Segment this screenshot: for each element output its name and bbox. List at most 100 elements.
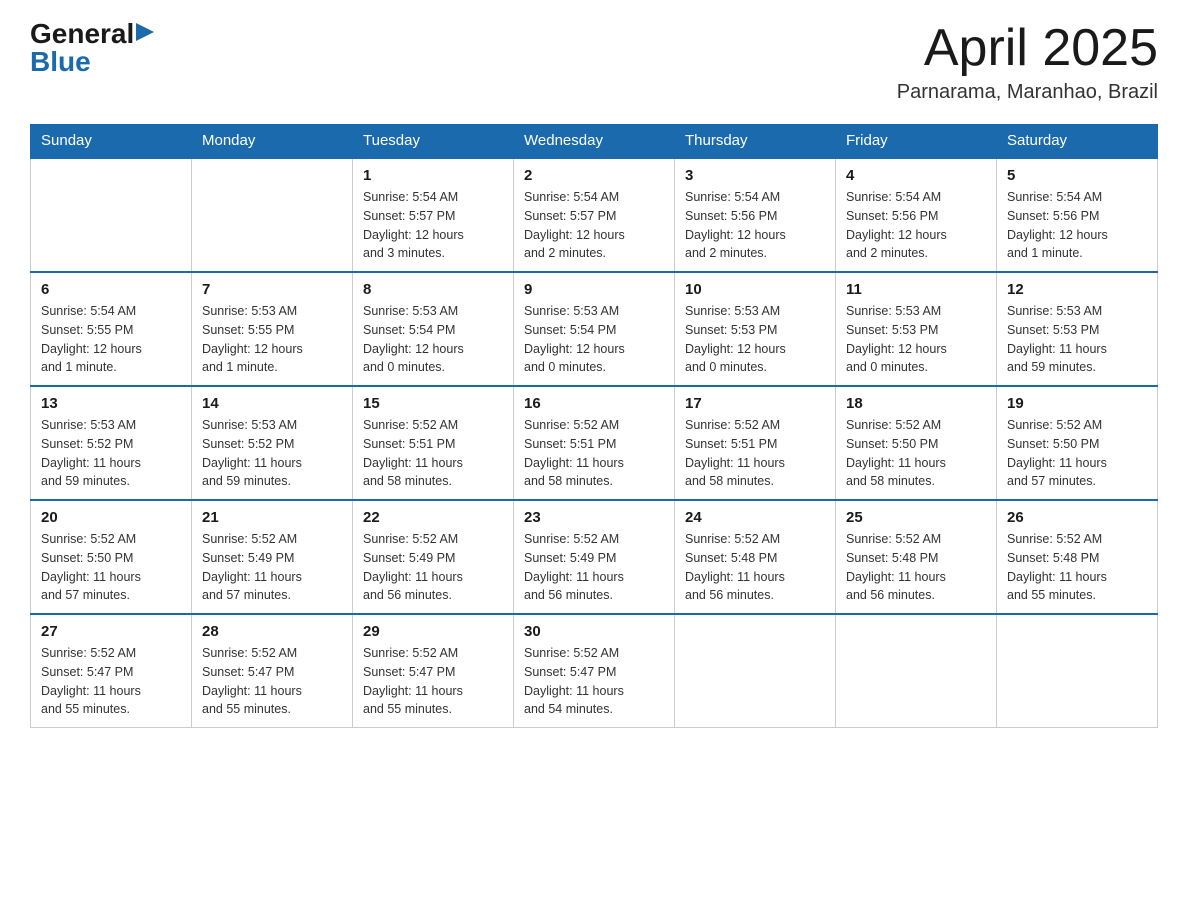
location-title: Parnarama, Maranhao, Brazil: [897, 81, 1158, 104]
calendar-cell: 30Sunrise: 5:52 AMSunset: 5:47 PMDayligh…: [514, 614, 675, 728]
title-section: April 2025 Parnarama, Maranhao, Brazil: [897, 20, 1158, 104]
calendar-week-3: 13Sunrise: 5:53 AMSunset: 5:52 PMDayligh…: [31, 386, 1158, 500]
day-number: 3: [685, 167, 825, 184]
calendar-cell: 23Sunrise: 5:52 AMSunset: 5:49 PMDayligh…: [514, 500, 675, 614]
column-header-saturday: Saturday: [997, 124, 1158, 158]
column-header-wednesday: Wednesday: [514, 124, 675, 158]
logo-triangle-icon: [136, 23, 154, 41]
calendar-week-2: 6 Sunrise: 5:54 AMSunset: 5:55 PMDaylight…: [31, 272, 1158, 386]
calendar-week-1: 1Sunrise: 5:54 AMSunset: 5:57 PMDaylight…: [31, 158, 1158, 272]
day-info: Sunrise: 5:52 AMSunset: 5:47 PMDaylight:…: [363, 644, 503, 719]
day-info: Sunrise: 5:53 AMSunset: 5:55 PMDaylight:…: [202, 302, 342, 377]
day-info: Sunrise: 5:52 AMSunset: 5:47 PMDaylight:…: [41, 644, 181, 719]
day-info: Sunrise: 5:52 AMSunset: 5:51 PMDaylight:…: [524, 416, 664, 491]
day-number: 5: [1007, 167, 1147, 184]
day-number: 25: [846, 509, 986, 526]
day-number: 16: [524, 395, 664, 412]
day-number: 18: [846, 395, 986, 412]
calendar-cell: 25 Sunrise: 5:52 AMSunset: 5:48 PMDayligh…: [836, 500, 997, 614]
day-info: Sunrise: 5:52 AMSunset: 5:49 PMDaylight:…: [363, 530, 503, 605]
day-info: Sunrise: 5:54 AMSunset: 5:57 PMDaylight:…: [363, 188, 503, 263]
day-number: 24: [685, 509, 825, 526]
day-info: Sunrise: 5:53 AMSunset: 5:54 PMDaylight:…: [363, 302, 503, 377]
calendar-cell: 2 Sunrise: 5:54 AMSunset: 5:57 PMDaylight…: [514, 158, 675, 272]
day-info: Sunrise: 5:53 AMSunset: 5:53 PMDaylight:…: [685, 302, 825, 377]
calendar-cell: 18 Sunrise: 5:52 AMSunset: 5:50 PMDayligh…: [836, 386, 997, 500]
day-number: 19: [1007, 395, 1147, 412]
calendar-cell: 8 Sunrise: 5:53 AMSunset: 5:54 PMDaylight…: [353, 272, 514, 386]
day-number: 10: [685, 281, 825, 298]
calendar-cell: 14 Sunrise: 5:53 AMSunset: 5:52 PMDayligh…: [192, 386, 353, 500]
day-number: 6: [41, 281, 181, 298]
calendar-cell: 12 Sunrise: 5:53 AMSunset: 5:53 PMDayligh…: [997, 272, 1158, 386]
day-number: 14: [202, 395, 342, 412]
calendar-cell: 26Sunrise: 5:52 AMSunset: 5:48 PMDayligh…: [997, 500, 1158, 614]
calendar-cell: 20 Sunrise: 5:52 AMSunset: 5:50 PMDayligh…: [31, 500, 192, 614]
calendar-cell: 24Sunrise: 5:52 AMSunset: 5:48 PMDayligh…: [675, 500, 836, 614]
day-number: 17: [685, 395, 825, 412]
day-info: Sunrise: 5:53 AMSunset: 5:54 PMDaylight:…: [524, 302, 664, 377]
day-info: Sunrise: 5:52 AMSunset: 5:48 PMDaylight:…: [846, 530, 986, 605]
day-info: Sunrise: 5:52 AMSunset: 5:50 PMDaylight:…: [1007, 416, 1147, 491]
day-number: 4: [846, 167, 986, 184]
logo-blue-text: Blue: [30, 48, 91, 76]
day-number: 2: [524, 167, 664, 184]
column-header-thursday: Thursday: [675, 124, 836, 158]
calendar-cell: 22 Sunrise: 5:52 AMSunset: 5:49 PMDayligh…: [353, 500, 514, 614]
calendar-week-4: 20 Sunrise: 5:52 AMSunset: 5:50 PMDayligh…: [31, 500, 1158, 614]
month-title: April 2025: [897, 20, 1158, 77]
calendar-cell: 28 Sunrise: 5:52 AMSunset: 5:47 PMDayligh…: [192, 614, 353, 728]
calendar-cell: 3 Sunrise: 5:54 AMSunset: 5:56 PMDaylight…: [675, 158, 836, 272]
page-header: General Blue April 2025 Parnarama, Maran…: [30, 20, 1158, 104]
day-info: Sunrise: 5:54 AMSunset: 5:56 PMDaylight:…: [685, 188, 825, 263]
day-info: Sunrise: 5:52 AMSunset: 5:50 PMDaylight:…: [41, 530, 181, 605]
day-info: Sunrise: 5:52 AMSunset: 5:49 PMDaylight:…: [202, 530, 342, 605]
day-number: 22: [363, 509, 503, 526]
day-number: 15: [363, 395, 503, 412]
calendar-cell: 1Sunrise: 5:54 AMSunset: 5:57 PMDaylight…: [353, 158, 514, 272]
calendar-cell: 16 Sunrise: 5:52 AMSunset: 5:51 PMDayligh…: [514, 386, 675, 500]
calendar-cell: [997, 614, 1158, 728]
day-info: Sunrise: 5:53 AMSunset: 5:52 PMDaylight:…: [202, 416, 342, 491]
day-info: Sunrise: 5:54 AMSunset: 5:55 PMDaylight:…: [41, 302, 181, 377]
day-number: 9: [524, 281, 664, 298]
calendar-cell: 29 Sunrise: 5:52 AMSunset: 5:47 PMDayligh…: [353, 614, 514, 728]
day-number: 21: [202, 509, 342, 526]
logo-general-text: General: [30, 20, 134, 48]
calendar-week-5: 27 Sunrise: 5:52 AMSunset: 5:47 PMDayligh…: [31, 614, 1158, 728]
day-number: 30: [524, 623, 664, 640]
day-number: 29: [363, 623, 503, 640]
calendar-cell: 9 Sunrise: 5:53 AMSunset: 5:54 PMDaylight…: [514, 272, 675, 386]
day-info: Sunrise: 5:52 AMSunset: 5:50 PMDaylight:…: [846, 416, 986, 491]
day-number: 28: [202, 623, 342, 640]
calendar-cell: 13Sunrise: 5:53 AMSunset: 5:52 PMDayligh…: [31, 386, 192, 500]
calendar-cell: 15 Sunrise: 5:52 AMSunset: 5:51 PMDayligh…: [353, 386, 514, 500]
column-header-tuesday: Tuesday: [353, 124, 514, 158]
day-info: Sunrise: 5:52 AMSunset: 5:51 PMDaylight:…: [685, 416, 825, 491]
column-header-monday: Monday: [192, 124, 353, 158]
day-info: Sunrise: 5:52 AMSunset: 5:51 PMDaylight:…: [363, 416, 503, 491]
day-number: 12: [1007, 281, 1147, 298]
calendar-cell: 27 Sunrise: 5:52 AMSunset: 5:47 PMDayligh…: [31, 614, 192, 728]
calendar-cell: 10 Sunrise: 5:53 AMSunset: 5:53 PMDayligh…: [675, 272, 836, 386]
calendar-cell: 11 Sunrise: 5:53 AMSunset: 5:53 PMDayligh…: [836, 272, 997, 386]
day-info: Sunrise: 5:54 AMSunset: 5:57 PMDaylight:…: [524, 188, 664, 263]
column-header-friday: Friday: [836, 124, 997, 158]
day-info: Sunrise: 5:52 AMSunset: 5:47 PMDaylight:…: [202, 644, 342, 719]
calendar-cell: [192, 158, 353, 272]
logo: General Blue: [30, 20, 154, 76]
day-info: Sunrise: 5:52 AMSunset: 5:49 PMDaylight:…: [524, 530, 664, 605]
calendar-cell: [836, 614, 997, 728]
day-info: Sunrise: 5:54 AMSunset: 5:56 PMDaylight:…: [1007, 188, 1147, 263]
day-number: 8: [363, 281, 503, 298]
day-number: 27: [41, 623, 181, 640]
calendar-cell: 19 Sunrise: 5:52 AMSunset: 5:50 PMDayligh…: [997, 386, 1158, 500]
day-number: 20: [41, 509, 181, 526]
calendar-cell: 6 Sunrise: 5:54 AMSunset: 5:55 PMDaylight…: [31, 272, 192, 386]
day-info: Sunrise: 5:54 AMSunset: 5:56 PMDaylight:…: [846, 188, 986, 263]
calendar-cell: 4 Sunrise: 5:54 AMSunset: 5:56 PMDaylight…: [836, 158, 997, 272]
day-number: 11: [846, 281, 986, 298]
day-info: Sunrise: 5:53 AMSunset: 5:53 PMDaylight:…: [1007, 302, 1147, 377]
day-info: Sunrise: 5:53 AMSunset: 5:53 PMDaylight:…: [846, 302, 986, 377]
calendar-cell: 17 Sunrise: 5:52 AMSunset: 5:51 PMDayligh…: [675, 386, 836, 500]
